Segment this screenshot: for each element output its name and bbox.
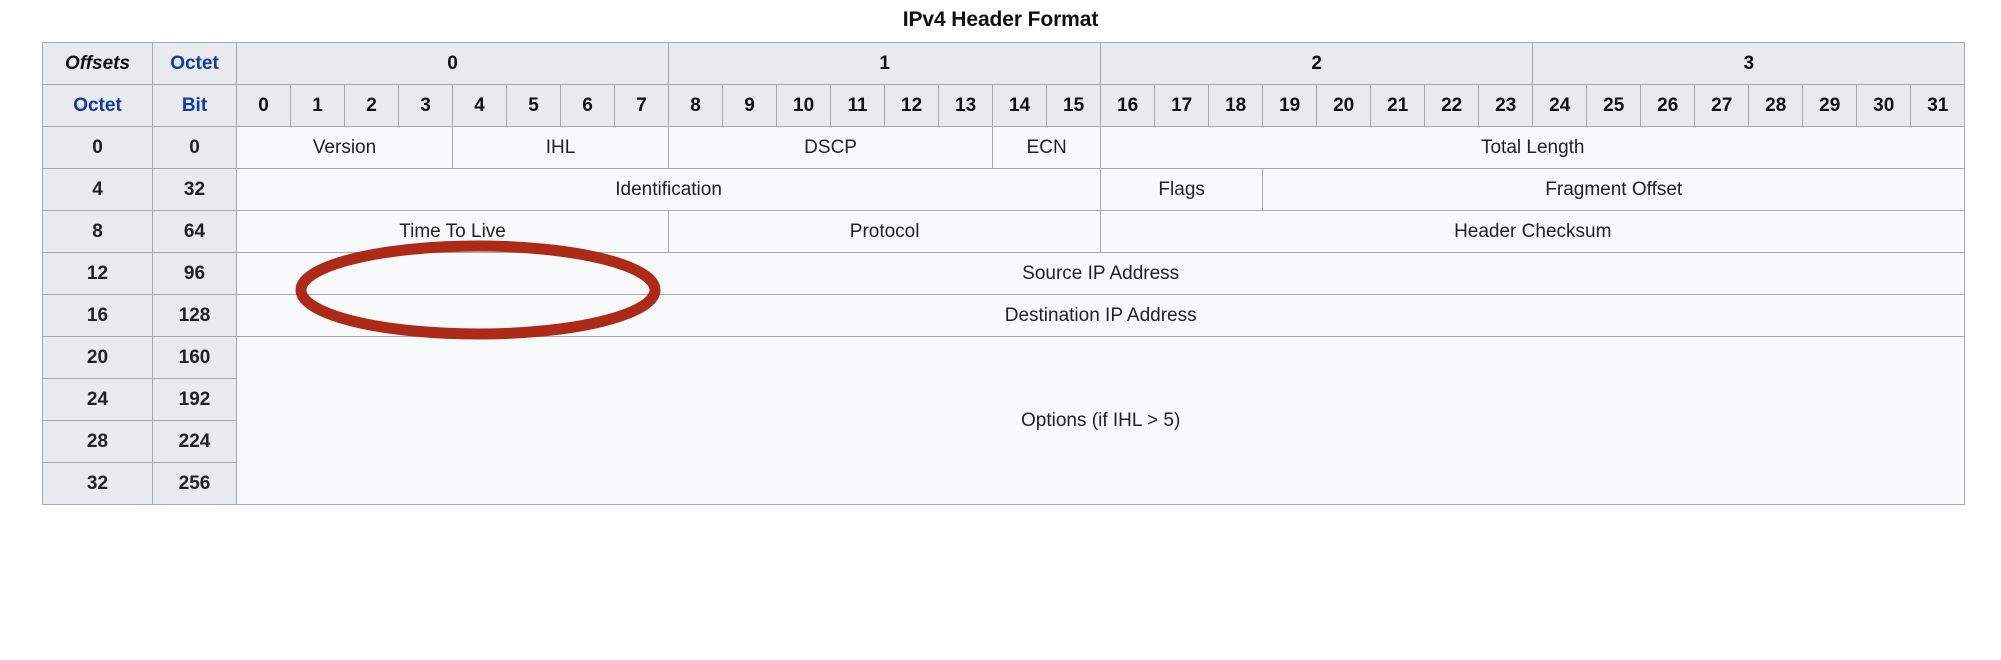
label-octet-left[interactable]: Octet [42, 84, 153, 127]
bit-number-8: 8 [668, 84, 724, 127]
octet-group-1: 1 [668, 42, 1102, 85]
octet-group-2: 2 [1100, 42, 1534, 85]
bit-number-18: 18 [1208, 84, 1264, 127]
bit-number-2: 2 [344, 84, 399, 127]
ipv4-header-table: Offsets Octet 0 1 2 3 Octet Bit 0 1 2 3 … [42, 42, 1966, 505]
offset-bit-256: 256 [152, 462, 237, 505]
bit-number-25: 25 [1586, 84, 1642, 127]
offset-bit-128: 128 [152, 294, 237, 337]
field-ecn[interactable]: ECN [992, 126, 1102, 169]
table-row-octet-groups: Offsets Octet 0 1 2 3 [42, 42, 1966, 85]
bit-number-7: 7 [613, 84, 670, 127]
page-title: IPv4 Header Format [902, 8, 1099, 31]
bit-number-27: 27 [1694, 84, 1750, 127]
field-time-to-live[interactable]: Time To Live [235, 210, 670, 253]
bit-number-30: 30 [1856, 84, 1912, 127]
bit-number-5: 5 [506, 84, 561, 127]
bit-number-14: 14 [992, 84, 1048, 127]
bit-number-17: 17 [1154, 84, 1210, 127]
ipv4-header-table-wrapper: Offsets Octet 0 1 2 3 Octet Bit 0 1 2 3 … [42, 42, 1966, 505]
bit-number-28: 28 [1748, 84, 1804, 127]
field-options-link[interactable]: Options [1021, 410, 1086, 431]
bit-number-4: 4 [452, 84, 507, 127]
offset-bit-224: 224 [152, 420, 237, 463]
bit-number-1: 1 [290, 84, 345, 127]
bit-number-19: 19 [1262, 84, 1318, 127]
field-ihl[interactable]: IHL [451, 126, 670, 169]
field-destination-ip-address[interactable]: Destination IP Address [235, 294, 1966, 337]
table-row-word-5: 20 160 Options (if IHL > 5) [42, 336, 1966, 505]
bit-number-13: 13 [938, 84, 994, 127]
table-row-bit-numbers: Octet Bit 0 1 2 3 4 5 6 7 8 9 10 11 12 1… [42, 84, 1966, 127]
field-header-checksum[interactable]: Header Checksum [1100, 210, 1966, 253]
bit-number-29: 29 [1802, 84, 1858, 127]
bit-number-15: 15 [1046, 84, 1102, 127]
bit-number-12: 12 [884, 84, 940, 127]
offset-bit-192: 192 [152, 378, 237, 421]
table-row-word-1: 4 32 Identification Flags Fragment Offse… [42, 168, 1966, 211]
offset-octet-20: 20 [42, 336, 153, 379]
offset-octet-0: 0 [42, 126, 153, 169]
bit-number-31: 31 [1910, 84, 1966, 127]
field-options-condition: (if IHL > 5) [1086, 409, 1181, 431]
offset-octet-32: 32 [42, 462, 153, 505]
octet-group-3: 3 [1532, 42, 1966, 85]
bit-number-23: 23 [1478, 84, 1534, 127]
bit-number-20: 20 [1316, 84, 1372, 127]
table-row-word-3: 12 96 Source IP Address [42, 252, 1966, 295]
octet-group-0: 0 [235, 42, 670, 85]
offset-octet-24: 24 [42, 378, 153, 421]
field-source-ip-address[interactable]: Source IP Address [235, 252, 1966, 295]
field-protocol[interactable]: Protocol [668, 210, 1102, 253]
field-version[interactable]: Version [236, 126, 453, 169]
label-octet-top[interactable]: Octet [152, 42, 237, 85]
table-row-word-2: 8 64 Time To Live Protocol Header Checks… [42, 210, 1966, 253]
offset-octet-8: 8 [42, 210, 153, 253]
offset-octet-28: 28 [42, 420, 153, 463]
offset-bit-32: 32 [152, 168, 237, 211]
offset-bit-160: 160 [152, 336, 237, 379]
bit-number-9: 9 [722, 84, 778, 127]
bit-number-0: 0 [236, 84, 291, 127]
field-flags[interactable]: Flags [1100, 168, 1264, 211]
table-row-word-0: 0 0 Version IHL DSCP ECN Total Length [42, 126, 1966, 169]
bit-number-3: 3 [398, 84, 453, 127]
bit-number-26: 26 [1640, 84, 1696, 127]
bit-number-16: 16 [1100, 84, 1156, 127]
bit-number-11: 11 [830, 84, 886, 127]
offset-octet-4: 4 [42, 168, 153, 211]
label-offsets: Offsets [42, 42, 153, 85]
bit-number-6: 6 [560, 84, 615, 127]
field-total-length[interactable]: Total Length [1100, 126, 1966, 169]
offset-bit-0: 0 [152, 126, 237, 169]
bit-number-10: 10 [776, 84, 832, 127]
table-row-word-4: 16 128 Destination IP Address [42, 294, 1966, 337]
offset-octet-12: 12 [42, 252, 153, 295]
field-options: Options (if IHL > 5) [235, 336, 1966, 505]
offset-octet-16: 16 [42, 294, 153, 337]
bit-number-22: 22 [1424, 84, 1480, 127]
bit-number-21: 21 [1370, 84, 1426, 127]
field-identification[interactable]: Identification [235, 168, 1102, 211]
label-bit[interactable]: Bit [152, 84, 237, 127]
field-dscp[interactable]: DSCP [668, 126, 994, 169]
offset-bit-64: 64 [152, 210, 237, 253]
field-fragment-offset[interactable]: Fragment Offset [1262, 168, 1966, 211]
offset-bit-96: 96 [152, 252, 237, 295]
bit-number-24: 24 [1532, 84, 1588, 127]
